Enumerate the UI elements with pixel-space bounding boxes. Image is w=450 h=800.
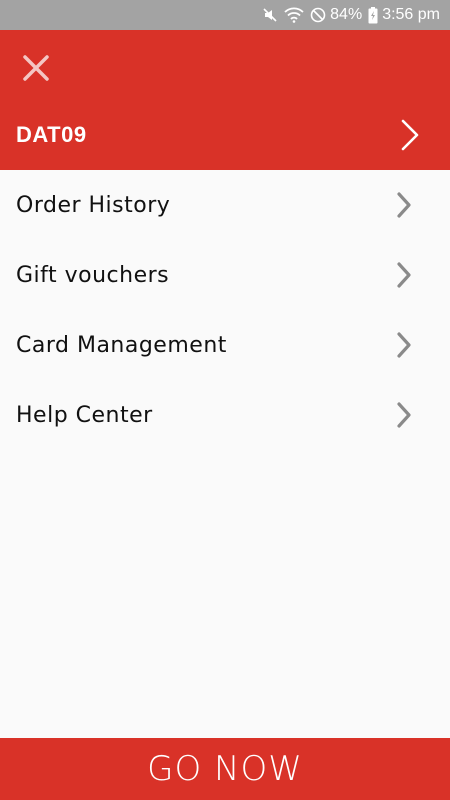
menu-item-label: Card Management <box>16 332 227 358</box>
menu-item-label: Order History <box>16 192 171 218</box>
chevron-right-icon <box>397 192 411 218</box>
close-button[interactable] <box>14 46 58 90</box>
chevron-right-icon <box>397 332 411 358</box>
battery-percent: 84% <box>330 6 363 23</box>
go-now-button[interactable]: GO NOW <box>0 738 450 800</box>
menu-item-help-center[interactable]: Help Center <box>0 380 450 450</box>
status-bar: 84% 3:56 pm <box>0 0 450 30</box>
menu-header: DAT09 <box>0 30 450 170</box>
menu-item-card-management[interactable]: Card Management <box>0 310 450 380</box>
do-not-disturb-icon <box>310 7 326 23</box>
menu-item-label: Gift vouchers <box>16 262 170 288</box>
close-icon <box>23 55 49 81</box>
menu-item-order-history[interactable]: Order History <box>0 170 450 240</box>
battery-charging-icon <box>368 6 378 24</box>
mute-icon <box>262 7 278 23</box>
chevron-right-icon <box>397 402 411 428</box>
go-now-label: GO NOW <box>147 749 303 789</box>
wifi-icon <box>284 7 304 23</box>
account-name: DAT09 <box>16 122 87 147</box>
menu-item-label: Help Center <box>16 402 153 428</box>
menu-item-gift-vouchers[interactable]: Gift vouchers <box>0 240 450 310</box>
chevron-right-icon <box>397 262 411 288</box>
menu-list: Order History Gift vouchers Card Managem… <box>0 170 450 450</box>
account-row[interactable]: DAT09 <box>0 100 450 170</box>
chevron-right-icon <box>401 119 419 151</box>
clock: 3:56 pm <box>382 6 440 23</box>
